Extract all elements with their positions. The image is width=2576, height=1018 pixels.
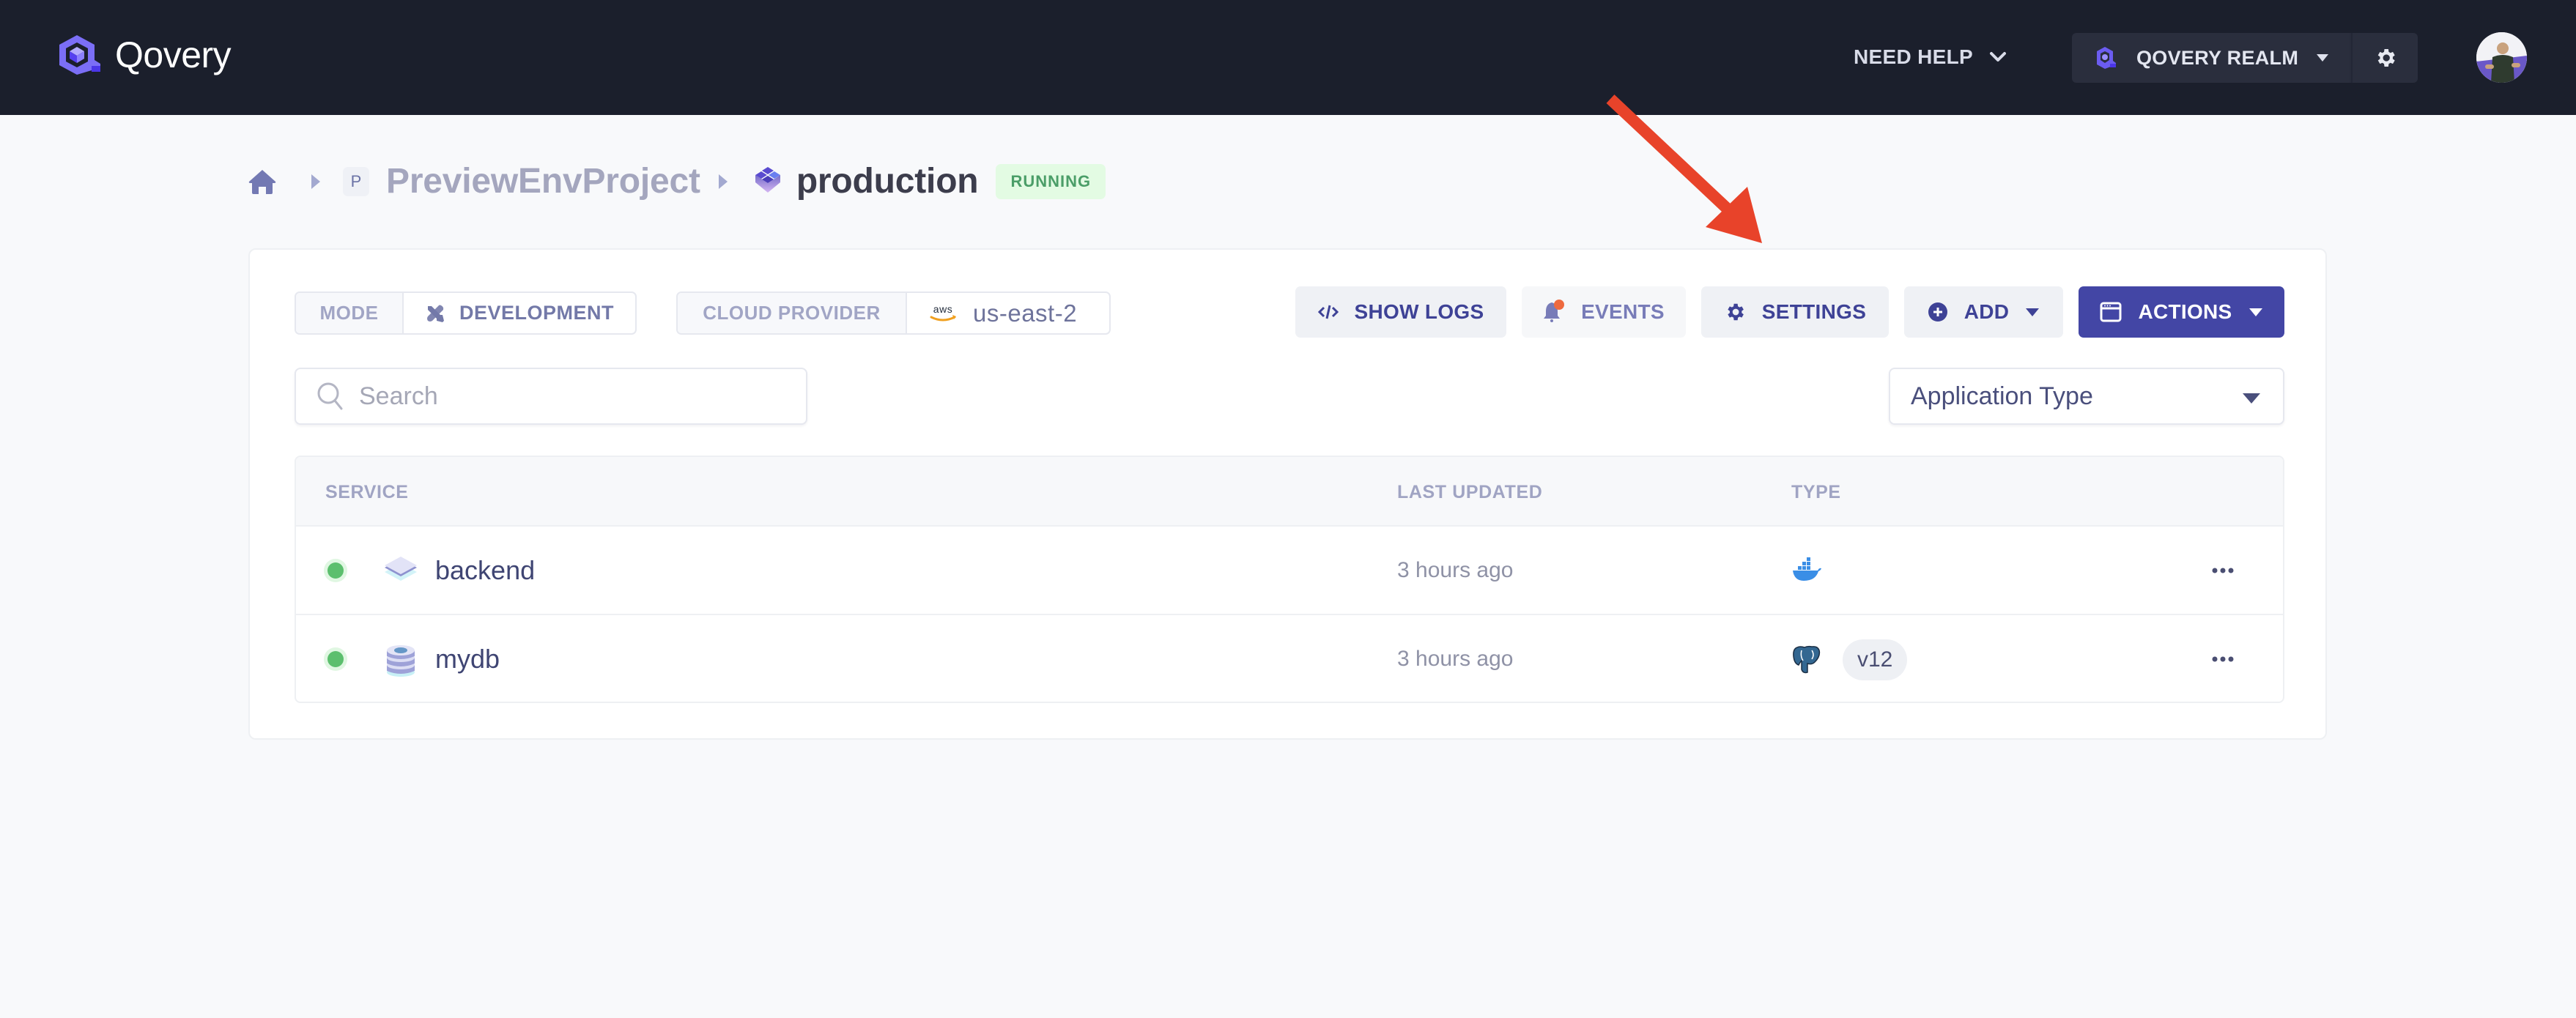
mode-label: MODE — [296, 293, 404, 333]
plus-circle-icon — [1928, 302, 1947, 322]
environment-status-badge: RUNNING — [996, 164, 1106, 199]
column-header-service[interactable]: SERVICE — [325, 482, 409, 503]
mode-indicator: MODE DEVELOPMENT — [295, 291, 637, 335]
services-table: SERVICE LAST UPDATED TYPE backend 3 hour… — [295, 456, 2284, 703]
code-icon — [1317, 305, 1339, 319]
cloud-provider-value: aws us-east-2 — [907, 293, 1077, 333]
project-initial-badge: P — [343, 167, 369, 196]
brand-logo[interactable]: Qovery — [55, 34, 232, 76]
events-label: EVENTS — [1581, 300, 1665, 323]
breadcrumb-project[interactable]: PreviewEnvProject — [386, 163, 700, 201]
window-icon — [2100, 302, 2122, 322]
top-navigation-bar: Qovery NEED HELP QOVERY REALM — [0, 0, 2576, 115]
organization-logo-icon — [2097, 47, 2116, 69]
search-field[interactable] — [295, 368, 807, 425]
need-help-dropdown[interactable]: NEED HELP — [1854, 41, 2007, 73]
database-icon — [387, 645, 415, 677]
status-running-indicator — [327, 651, 344, 667]
svg-text:aws: aws — [933, 303, 952, 315]
table-row[interactable]: mydb 3 hours ago v12 — [296, 615, 2283, 702]
cloud-region: us-east-2 — [973, 299, 1078, 327]
version-badge: v12 — [1843, 639, 1908, 680]
settings-label: SETTINGS — [1761, 300, 1867, 323]
cloud-provider-indicator: CLOUD PROVIDER aws us-east-2 — [676, 291, 1111, 335]
chevron-down-icon — [1989, 52, 2006, 62]
caret-down-icon — [2243, 393, 2260, 404]
mode-value: DEVELOPMENT — [404, 293, 614, 333]
mode-value-text: DEVELOPMENT — [459, 302, 615, 324]
application-icon — [385, 557, 417, 581]
service-last-updated: 3 hours ago — [1397, 558, 1514, 582]
aws-icon: aws — [930, 303, 956, 321]
caret-down-icon — [2249, 308, 2262, 316]
table-header: SERVICE LAST UPDATED TYPE — [296, 457, 2283, 527]
organization-dropdown[interactable]: QOVERY REALM — [2072, 33, 2351, 83]
service-name[interactable]: mydb — [435, 643, 500, 675]
tools-icon — [427, 305, 444, 322]
settings-button[interactable]: SETTINGS — [1701, 286, 1889, 338]
status-running-indicator — [327, 562, 344, 579]
user-avatar[interactable] — [2476, 32, 2527, 83]
user-photo — [2476, 32, 2527, 83]
service-name[interactable]: backend — [435, 554, 535, 587]
actions-dropdown[interactable]: ACTIONS — [2079, 286, 2284, 338]
breadcrumb-environment[interactable]: production — [796, 163, 979, 201]
application-type-value: Application Type — [1911, 382, 2093, 410]
home-icon[interactable] — [248, 168, 277, 195]
more-options-icon[interactable] — [2210, 650, 2236, 668]
column-header-type[interactable]: TYPE — [1791, 482, 1841, 503]
organization-switcher: QOVERY REALM — [2072, 33, 2418, 83]
caret-down-icon — [2317, 54, 2329, 62]
breadcrumb-chevron-icon — [311, 174, 320, 189]
docker-icon — [1793, 557, 1821, 581]
show-logs-button[interactable]: SHOW LOGS — [1295, 286, 1506, 338]
qovery-logo-icon — [59, 35, 100, 75]
add-label: ADD — [1964, 300, 2010, 323]
organization-settings-button[interactable] — [2353, 33, 2418, 83]
application-type-select[interactable]: Application Type — [1889, 368, 2284, 425]
add-service-dropdown[interactable]: ADD — [1904, 286, 2063, 338]
brand-name: Qovery — [115, 34, 232, 75]
events-button[interactable]: EVENTS — [1522, 286, 1686, 338]
breadcrumb-chevron-icon — [718, 174, 728, 189]
service-last-updated: 3 hours ago — [1397, 647, 1514, 671]
gear-icon — [1728, 303, 1744, 321]
environment-icon — [755, 167, 780, 193]
show-logs-label: SHOW LOGS — [1354, 300, 1484, 323]
breadcrumb: P PreviewEnvProject production RUNNING — [248, 163, 1106, 201]
actions-label: ACTIONS — [2138, 300, 2232, 323]
organization-name: QOVERY REALM — [2136, 46, 2299, 69]
search-input[interactable] — [359, 382, 769, 411]
table-row[interactable]: backend 3 hours ago — [296, 527, 2283, 615]
column-header-last-updated[interactable]: LAST UPDATED — [1397, 482, 1542, 503]
caret-down-icon — [2026, 308, 2040, 316]
search-icon — [317, 382, 343, 410]
cloud-provider-label: CLOUD PROVIDER — [678, 293, 907, 333]
postgresql-icon — [1793, 645, 1821, 674]
gear-icon — [2377, 49, 2395, 67]
environment-card: MODE DEVELOPMENT CLOUD PROVIDER aws us-e… — [248, 248, 2327, 740]
bell-notification-icon — [1544, 300, 1565, 322]
need-help-label: NEED HELP — [1854, 45, 1973, 68]
more-options-icon[interactable] — [2210, 562, 2236, 579]
